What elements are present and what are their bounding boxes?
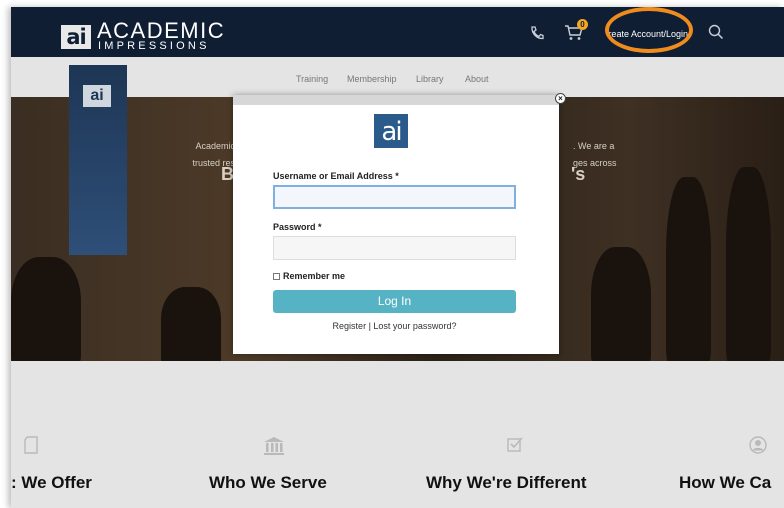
hero-text-line: trusted res	[192, 158, 235, 168]
document-icon	[23, 436, 39, 459]
hero-text-line: Academic	[195, 141, 235, 151]
search-icon[interactable]	[708, 24, 724, 45]
hero-person-shape	[726, 167, 771, 367]
lost-password-link[interactable]: Lost your password?	[373, 321, 456, 331]
institution-icon	[263, 436, 285, 461]
nav-item-about[interactable]: About	[465, 74, 489, 84]
hero-person-shape	[11, 257, 81, 367]
register-link[interactable]: Register	[333, 321, 367, 331]
remember-me-label: Remember me	[283, 271, 346, 281]
hero-text-line: ges across	[573, 158, 617, 168]
username-input[interactable]	[273, 185, 516, 209]
username-label: Username or Email Address *	[273, 171, 399, 181]
nav-item-training[interactable]: Training	[296, 74, 328, 84]
person-icon	[749, 436, 767, 459]
login-modal: × ai Username or Email Address * Passwor…	[233, 93, 566, 354]
checklist-icon	[507, 436, 523, 457]
features-section: : We Offer Who We Serve Why We're Differ…	[11, 361, 784, 508]
remember-me-checkbox[interactable]	[273, 272, 280, 280]
modal-links: Register | Lost your password?	[273, 321, 516, 331]
password-label: Password *	[273, 222, 322, 232]
logo-mark[interactable]: ai	[61, 25, 91, 49]
highlight-annotation-circle	[605, 7, 693, 53]
hero-text-line: . We are a	[573, 141, 615, 151]
hero-text-left: Academic trusted res	[179, 138, 235, 172]
site-header: ai ACADEMIC IMPRESSIONS 0 Create Account…	[11, 7, 784, 57]
nav-item-membership[interactable]: Membership	[347, 74, 397, 84]
feature-title-how-we-can[interactable]: How We Ca	[679, 473, 771, 493]
feature-title-who-we-serve[interactable]: Who We Serve	[209, 473, 327, 493]
login-button[interactable]: Log In	[273, 290, 516, 313]
modal-logo: ai	[374, 114, 408, 148]
hero-text-right: . We are a ges across	[573, 138, 633, 172]
logo-wordmark-academic[interactable]: ACADEMIC	[97, 20, 225, 42]
phone-icon[interactable]	[529, 25, 545, 46]
hero-person-shape	[161, 287, 221, 367]
hero-person-shape	[666, 177, 711, 367]
modal-title-bar	[233, 95, 559, 105]
remember-me-row[interactable]: Remember me	[273, 271, 345, 281]
hero-person-shape	[591, 247, 651, 367]
cart-count-badge: 0	[577, 19, 588, 30]
nav-item-library[interactable]: Library	[416, 74, 444, 84]
password-input[interactable]	[273, 236, 516, 260]
close-icon[interactable]: ×	[555, 93, 566, 104]
feature-title-what-we-offer[interactable]: : We Offer	[11, 473, 92, 493]
hero-banner-logo: ai	[83, 85, 111, 107]
logo-wordmark-impressions[interactable]: IMPRESSIONS	[98, 40, 210, 52]
feature-title-why-different[interactable]: Why We're Different	[426, 473, 587, 493]
